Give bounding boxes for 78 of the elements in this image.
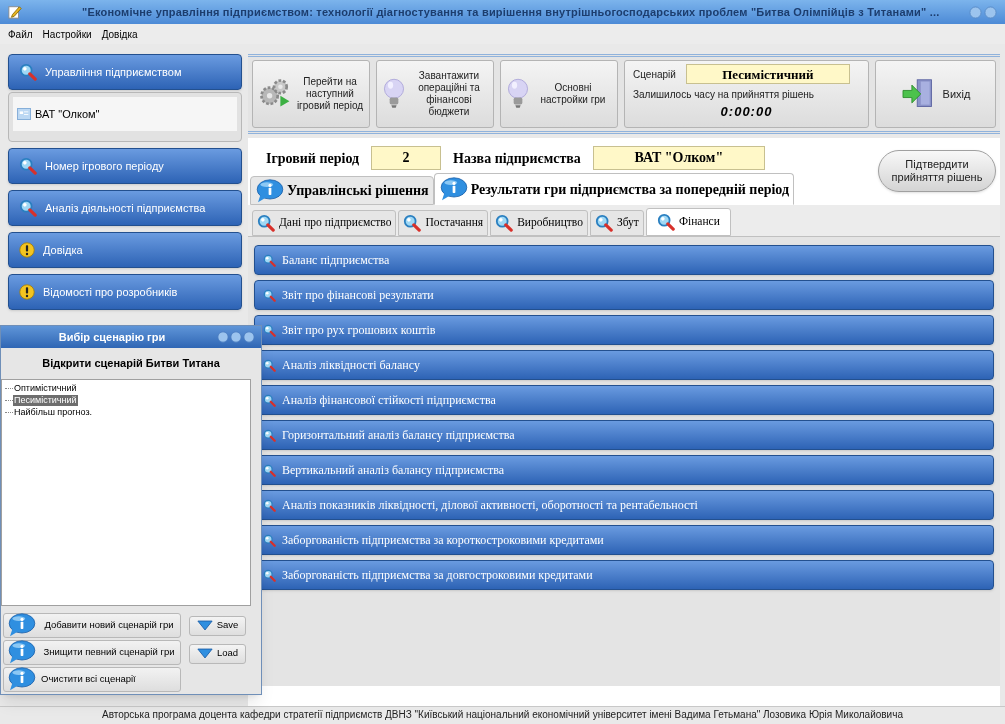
- scenario-value: Песимістичний: [685, 64, 850, 84]
- period-value: 2: [371, 146, 442, 170]
- toolbar-button[interactable]: Основні настройки гри: [500, 60, 618, 128]
- warning-icon: [19, 284, 35, 300]
- tree-item[interactable]: Песимістичний: [13, 395, 78, 406]
- window-control-icon: [984, 5, 997, 19]
- app-icon: [8, 5, 22, 19]
- info-bubble-icon: [7, 667, 37, 691]
- report-button[interactable]: Баланс підприємства: [254, 245, 994, 275]
- search-icon: [263, 463, 276, 477]
- window-control-icon: [217, 331, 229, 343]
- arrow-down-icon: [196, 620, 213, 631]
- time-caption: Залишилось часу на прийняття рішень: [633, 88, 815, 102]
- sub-tab[interactable]: Збут: [589, 210, 644, 236]
- menu-item[interactable]: Настройки: [42, 26, 92, 42]
- search-icon: [495, 214, 514, 232]
- search-icon: [263, 568, 276, 582]
- tree-item[interactable]: Найбільш прогноз.: [13, 407, 94, 418]
- sub-tab[interactable]: Постачання: [398, 210, 489, 236]
- sidebar-button[interactable]: Довідка: [8, 232, 242, 268]
- info-bubble-icon: [438, 177, 469, 201]
- search-icon: [263, 323, 276, 337]
- tab[interactable]: Управлінські рішення: [250, 176, 434, 205]
- search-icon: [263, 498, 276, 512]
- dialog-action-button[interactable]: Знищити певний сценарій гри: [3, 639, 181, 665]
- search-icon: [19, 157, 37, 175]
- window-title: "Економічне управління підприємством: технології діагностування та вирішення внутрішньогосподарських проблем "Битва Олімпійців з Титанами" ...: [82, 4, 940, 20]
- sub-tab[interactable]: Дані про підприємство: [252, 210, 397, 236]
- scenario-label: Сценарій: [633, 67, 676, 82]
- dialog-heading: Відкрити сценарій Битви Титана: [41, 356, 221, 371]
- search-icon: [263, 428, 276, 442]
- window-control-icon: [969, 5, 982, 19]
- warning-icon: [19, 242, 35, 258]
- toolbar-button[interactable]: Завантажити операційні та фінансові бюджети: [376, 60, 494, 128]
- period-label: Ігровий період: [266, 149, 360, 168]
- sub-tab[interactable]: Фінанси: [645, 208, 731, 236]
- tree-item[interactable]: Оптимістичний: [13, 383, 78, 394]
- search-icon: [263, 253, 276, 267]
- sidebar-button[interactable]: Аналіз діяльності підприємства: [8, 190, 242, 226]
- search-icon: [263, 393, 276, 407]
- report-button[interactable]: Звіт про рух грошових коштів: [254, 315, 994, 345]
- company-value: ВАТ "Олком": [592, 146, 765, 170]
- sidebar-button[interactable]: Відомості про розробників: [8, 274, 242, 310]
- dialog-action-button[interactable]: Добавити новий сценарій гри: [3, 612, 181, 638]
- sidebar-button[interactable]: Управління підприємством: [8, 54, 242, 90]
- arrow-down-icon: [196, 648, 213, 659]
- card-icon: [17, 108, 31, 120]
- toolbar-button[interactable]: Перейти на наступний ігровий період: [252, 60, 370, 128]
- info-bubble-icon: [7, 613, 37, 637]
- info-bubble-icon: [7, 640, 37, 664]
- sub-tab[interactable]: Виробництво: [490, 210, 588, 236]
- search-icon: [19, 63, 37, 81]
- exit-button[interactable]: Вихід: [875, 60, 996, 128]
- dialog-side-button[interactable]: Save: [189, 615, 246, 636]
- dialog-action-button[interactable]: Очистити всі сценарії: [3, 666, 181, 692]
- dialog-side-button[interactable]: Load: [189, 643, 246, 664]
- menu-item[interactable]: Файл: [8, 26, 33, 42]
- dialog-title: Вибір сценарію гри: [57, 329, 167, 345]
- window-control-icon: [230, 331, 242, 343]
- countdown-timer: 0:00:00: [720, 103, 773, 121]
- confirm-button[interactable]: Підтвердити прийняття рішень: [878, 150, 996, 192]
- menu-item[interactable]: Довідка: [101, 26, 138, 42]
- search-icon: [263, 358, 276, 372]
- search-icon: [257, 214, 275, 232]
- sidebar-button[interactable]: Номер ігрового періоду: [8, 148, 242, 184]
- search-icon: [19, 199, 37, 217]
- search-icon: [656, 213, 675, 231]
- search-icon: [263, 288, 276, 302]
- tab[interactable]: Результати гри підприємства за попередній період: [433, 173, 794, 205]
- search-icon: [403, 214, 422, 232]
- window-control-icon: [243, 331, 255, 343]
- company-item[interactable]: ВАТ "Олком": [35, 105, 100, 123]
- info-bubble-icon: [255, 178, 285, 203]
- footer-text: Авторська програма доцента кафедри стратегії підприємств ДВНЗ "Київський національний економічний університет імені Вадима Гетьмана" Лозовика Юрія Миколайовича: [0, 706, 1005, 724]
- search-icon: [263, 533, 276, 547]
- search-icon: [594, 214, 613, 232]
- report-button[interactable]: Звіт про фінансові результати: [254, 280, 994, 310]
- company-label: Назва підприємства: [453, 149, 581, 168]
